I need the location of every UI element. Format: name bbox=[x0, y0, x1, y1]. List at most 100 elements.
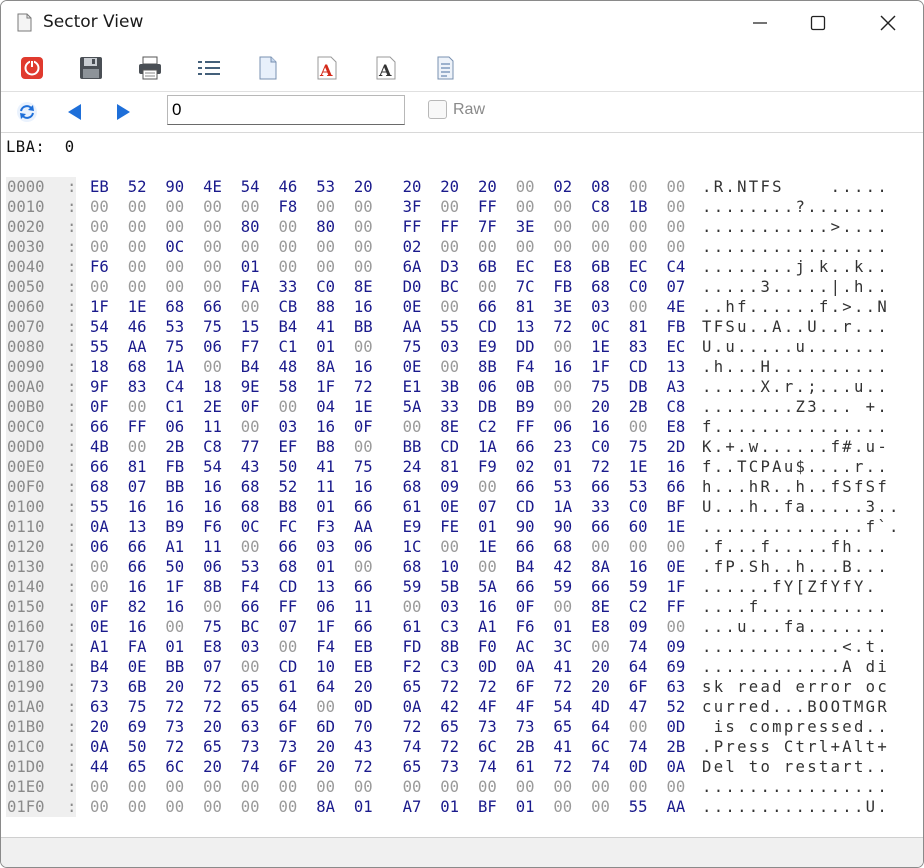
hex-byte[interactable]: DB bbox=[629, 377, 651, 397]
hex-byte[interactable]: 20 bbox=[316, 757, 338, 777]
hex-byte[interactable]: 0A bbox=[516, 657, 538, 677]
hex-byte[interactable]: 20 bbox=[478, 177, 500, 197]
hex-byte[interactable]: 00 bbox=[128, 437, 150, 457]
hex-byte[interactable]: 66 bbox=[90, 457, 112, 477]
hex-byte[interactable]: 00 bbox=[90, 557, 112, 577]
hex-byte[interactable]: 20 bbox=[591, 677, 613, 697]
hex-byte[interactable]: 42 bbox=[553, 557, 575, 577]
hex-byte[interactable]: 06 bbox=[478, 377, 500, 397]
hex-byte[interactable]: B4 bbox=[279, 317, 301, 337]
hex-byte[interactable]: 8A bbox=[316, 797, 338, 817]
hex-byte[interactable]: 8A bbox=[316, 357, 338, 377]
hex-byte[interactable]: F7 bbox=[241, 337, 263, 357]
hex-byte[interactable]: 00 bbox=[279, 237, 301, 257]
hex-byte[interactable]: 02 bbox=[403, 237, 425, 257]
hex-byte[interactable]: 88 bbox=[316, 297, 338, 317]
hex-byte[interactable]: 72 bbox=[165, 697, 187, 717]
ascii-text[interactable]: ............<.t. bbox=[702, 637, 889, 657]
hex-byte[interactable]: 69 bbox=[128, 717, 150, 737]
save-button[interactable] bbox=[76, 53, 106, 83]
minimize-button[interactable] bbox=[729, 1, 791, 45]
hex-byte[interactable]: 24 bbox=[403, 457, 425, 477]
hex-byte[interactable]: A3 bbox=[667, 377, 689, 397]
hex-byte[interactable]: 4E bbox=[203, 177, 225, 197]
hex-byte[interactable]: 00 bbox=[128, 217, 150, 237]
hex-byte[interactable]: 16 bbox=[316, 417, 338, 437]
hex-byte[interactable]: 74 bbox=[629, 737, 651, 757]
hex-byte[interactable]: DB bbox=[478, 397, 500, 417]
hex-byte[interactable]: 66 bbox=[516, 537, 538, 557]
print-button[interactable] bbox=[135, 53, 165, 83]
hex-byte[interactable]: 18 bbox=[90, 357, 112, 377]
hex-byte[interactable]: 6F bbox=[516, 677, 538, 697]
hex-byte[interactable]: 00 bbox=[165, 797, 187, 817]
close-sector-button[interactable] bbox=[17, 53, 47, 83]
hex-byte[interactable]: 72 bbox=[165, 737, 187, 757]
hex-byte[interactable]: 65 bbox=[553, 717, 575, 737]
hex-byte[interactable]: 00 bbox=[90, 777, 112, 797]
hex-byte[interactable]: 72 bbox=[440, 737, 462, 757]
hex-byte[interactable]: 2B bbox=[516, 737, 538, 757]
hex-byte[interactable]: 50 bbox=[279, 457, 301, 477]
document-button[interactable] bbox=[253, 53, 283, 83]
hex-byte[interactable]: 4F bbox=[516, 697, 538, 717]
hex-byte[interactable]: 72 bbox=[478, 677, 500, 697]
hex-byte[interactable]: 00 bbox=[279, 777, 301, 797]
hex-byte[interactable]: 00 bbox=[90, 217, 112, 237]
hex-byte[interactable]: F8 bbox=[279, 197, 301, 217]
hex-byte[interactable]: 68 bbox=[90, 477, 112, 497]
hex-byte[interactable]: 00 bbox=[591, 797, 613, 817]
hex-byte[interactable]: C4 bbox=[165, 377, 187, 397]
hex-byte[interactable]: CD bbox=[629, 357, 651, 377]
next-sector-button[interactable] bbox=[109, 98, 137, 126]
hex-byte[interactable]: BF bbox=[667, 497, 689, 517]
hex-byte[interactable]: 7C bbox=[516, 277, 538, 297]
hex-byte[interactable]: FA bbox=[128, 637, 150, 657]
hex-byte[interactable]: 83 bbox=[128, 377, 150, 397]
hex-byte[interactable]: 00 bbox=[90, 237, 112, 257]
hex-byte[interactable]: 02 bbox=[553, 177, 575, 197]
hex-byte[interactable]: 01 bbox=[354, 797, 376, 817]
hex-byte[interactable]: 00 bbox=[316, 237, 338, 257]
hex-byte[interactable]: 00 bbox=[354, 217, 376, 237]
hex-byte[interactable]: 07 bbox=[478, 497, 500, 517]
hex-byte[interactable]: 03 bbox=[440, 337, 462, 357]
hex-byte[interactable]: 20 bbox=[591, 657, 613, 677]
hex-byte[interactable]: 00 bbox=[128, 257, 150, 277]
hex-byte[interactable]: F2 bbox=[403, 657, 425, 677]
hex-byte[interactable]: 16 bbox=[629, 557, 651, 577]
hex-byte[interactable]: 01 bbox=[316, 497, 338, 517]
hex-byte[interactable]: 75 bbox=[203, 617, 225, 637]
hex-byte[interactable]: 75 bbox=[165, 337, 187, 357]
ascii-text[interactable]: TFSu..A..U..r... bbox=[702, 317, 889, 337]
ascii-text[interactable]: ........?....... bbox=[702, 197, 889, 217]
hex-byte[interactable]: 0F bbox=[354, 417, 376, 437]
ascii-text[interactable]: ................ bbox=[702, 777, 889, 797]
hex-byte[interactable]: 3E bbox=[516, 217, 538, 237]
hex-byte[interactable]: 66 bbox=[128, 537, 150, 557]
ascii-text[interactable]: ...u...fa....... bbox=[702, 617, 889, 637]
hex-byte[interactable]: 00 bbox=[241, 797, 263, 817]
hex-byte[interactable]: 0C bbox=[165, 237, 187, 257]
hex-byte[interactable]: 11 bbox=[203, 537, 225, 557]
hex-byte[interactable]: 00 bbox=[440, 777, 462, 797]
hex-byte[interactable]: 2B bbox=[165, 437, 187, 457]
hex-byte[interactable]: 66 bbox=[128, 557, 150, 577]
hex-byte[interactable]: CD bbox=[279, 577, 301, 597]
hex-byte[interactable]: FD bbox=[403, 637, 425, 657]
hex-byte[interactable]: A1 bbox=[165, 537, 187, 557]
hex-byte[interactable]: 6D bbox=[316, 717, 338, 737]
hex-byte[interactable]: AA bbox=[354, 517, 376, 537]
hex-byte[interactable]: 75 bbox=[591, 377, 613, 397]
hex-byte[interactable]: 70 bbox=[354, 717, 376, 737]
hex-byte[interactable]: D0 bbox=[403, 277, 425, 297]
hex-byte[interactable]: 0F bbox=[516, 597, 538, 617]
hex-byte[interactable]: C0 bbox=[629, 277, 651, 297]
hex-byte[interactable]: 01 bbox=[553, 617, 575, 637]
hex-byte[interactable]: 66 bbox=[354, 577, 376, 597]
ascii-text[interactable]: ....f........... bbox=[702, 597, 889, 617]
hex-byte[interactable]: 66 bbox=[516, 577, 538, 597]
hex-byte[interactable]: 00 bbox=[165, 197, 187, 217]
hex-byte[interactable]: 8E bbox=[591, 597, 613, 617]
hex-byte[interactable]: C0 bbox=[316, 277, 338, 297]
